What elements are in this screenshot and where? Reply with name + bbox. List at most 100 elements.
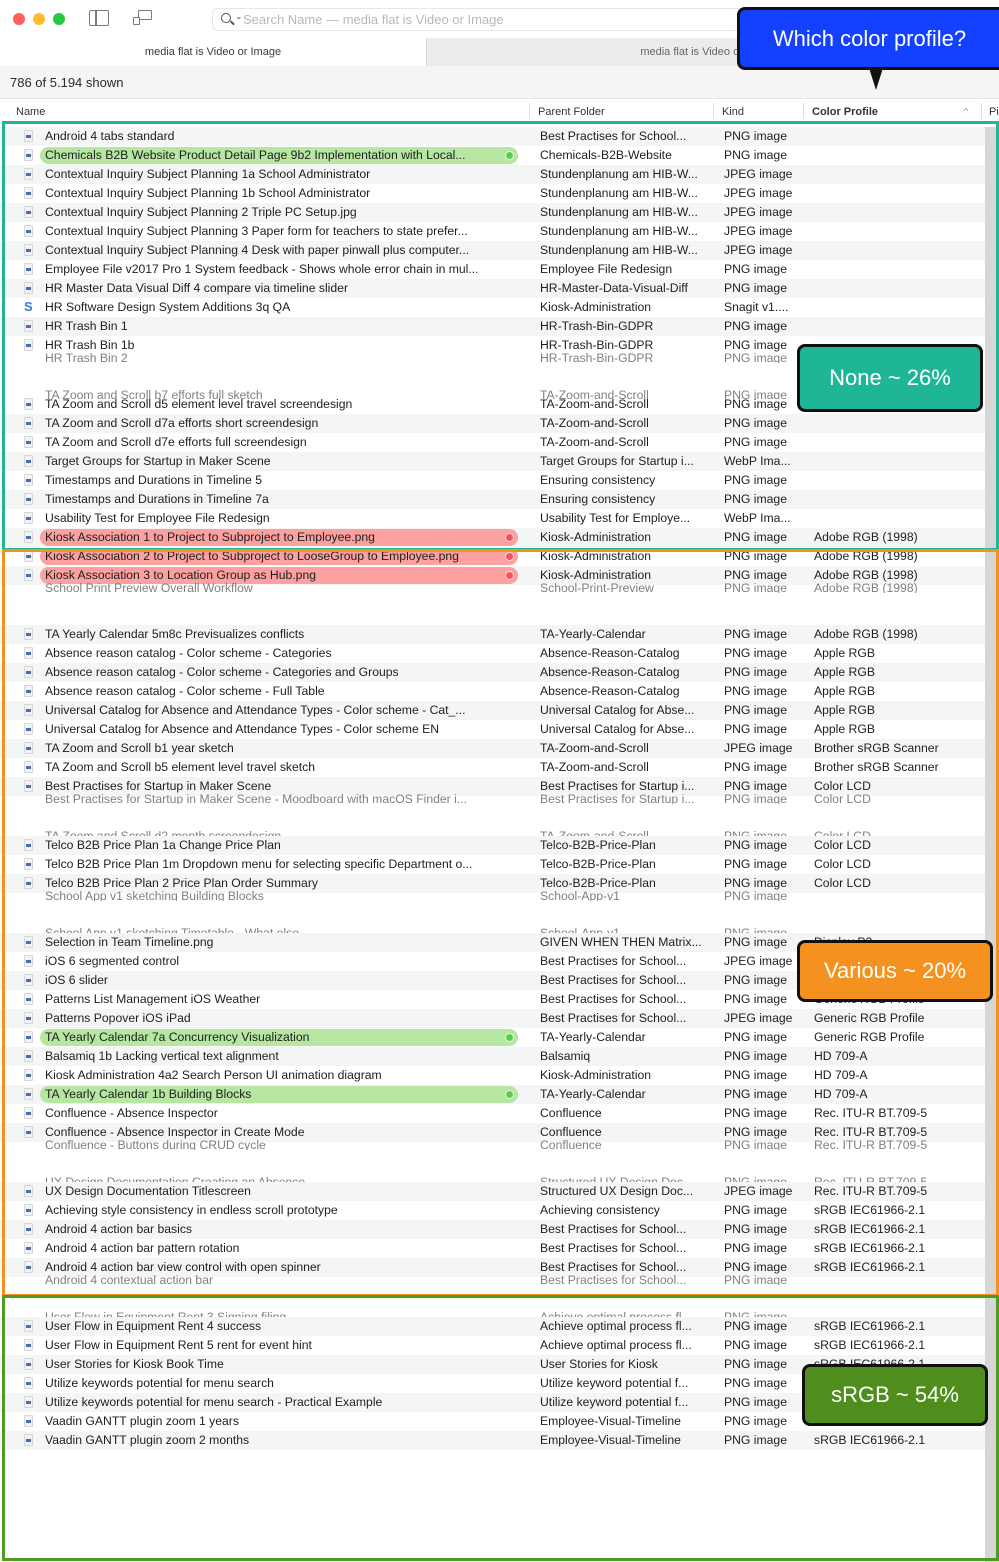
file-row[interactable]: Android 4 action bar basics Best Practise…: [0, 1220, 985, 1239]
cell-kind: PNG image: [724, 129, 787, 143]
sort-ascending-icon[interactable]: ^: [964, 106, 968, 116]
file-row[interactable]: Android 4 action bar pattern rotation Bes…: [0, 1239, 985, 1258]
cell-profile: Rec. ITU-R BT.709-5: [814, 1184, 928, 1198]
file-row[interactable]: Kiosk Association 2 to Project to Subpro…: [0, 547, 985, 566]
file-row[interactable]: Contextual Inquiry Subject Planning 3 Pa…: [0, 222, 985, 241]
cell-parent: TA-Zoom-and-Scroll: [540, 435, 649, 449]
file-row[interactable]: Usability Test for Employee File Redesig…: [0, 509, 985, 528]
file-row[interactable]: Absence reason catalog - Color scheme - …: [0, 663, 985, 682]
column-divider[interactable]: [803, 103, 804, 119]
file-row[interactable]: Employee File v2017 Pro 1 System feedbac…: [0, 260, 985, 279]
file-row[interactable]: TA Zoom and Scroll b5 element level trav…: [0, 758, 985, 777]
file-row[interactable]: Chemicals B2B Website Product Detail Pag…: [0, 146, 985, 165]
cell-kind: JPEG image: [724, 741, 793, 755]
file-row[interactable]: UX Design Documentation Titlescreen Struc…: [0, 1182, 985, 1201]
cell-name: Employee File v2017 Pro 1 System feedbac…: [45, 262, 479, 276]
file-row[interactable]: TA Zoom and Scroll d7a efforts short scr…: [0, 414, 985, 433]
partial-row: School Print Preview Overall Workflow Sch…: [0, 581, 985, 593]
file-row[interactable]: Contextual Inquiry Subject Planning 4 De…: [0, 241, 985, 260]
file-row[interactable]: Telco B2B Price Plan 1a Change Price Pla…: [0, 836, 985, 855]
list-gap-truncated: Best Practises for Startup in Maker Scen…: [0, 792, 985, 840]
partial-cell-parent: Best Practises for School...: [540, 1273, 687, 1285]
file-row[interactable]: Target Groups for Startup in Maker Scene…: [0, 452, 985, 471]
image-file-icon: [24, 417, 33, 429]
file-row[interactable]: Timestamps and Durations in Timeline 7a E…: [0, 490, 985, 509]
column-parent-folder[interactable]: Parent Folder: [538, 106, 605, 118]
image-file-icon: [24, 1126, 33, 1138]
image-file-icon: [24, 339, 33, 351]
file-row[interactable]: Absence reason catalog - Color scheme - …: [0, 644, 985, 663]
file-row[interactable]: TA Zoom and Scroll b1 year sketch TA-Zoom…: [0, 739, 985, 758]
search-field[interactable]: ⌄ Search Name — media flat is Video or I…: [212, 8, 772, 31]
cell-parent: TA-Zoom-and-Scroll: [540, 397, 649, 411]
cell-name: Absence reason catalog - Color scheme - …: [45, 684, 325, 698]
file-row[interactable]: TA Zoom and Scroll d7e efforts full scre…: [0, 433, 985, 452]
tag-dot-green-icon: [505, 1090, 514, 1099]
cell-name: User Stories for Kiosk Book Time: [45, 1357, 224, 1371]
column-kind[interactable]: Kind: [722, 106, 744, 118]
file-row[interactable]: Universal Catalog for Absence and Attend…: [0, 720, 985, 739]
file-row[interactable]: TA Yearly Calendar 1b Building Blocks TA-…: [0, 1085, 985, 1104]
tag-view-icon[interactable]: [133, 10, 153, 26]
file-row[interactable]: TA Yearly Calendar 5m8c Previsualizes co…: [0, 625, 985, 644]
cell-kind: PNG image: [724, 627, 787, 641]
cell-parent: Telco-B2B-Price-Plan: [540, 876, 656, 890]
file-row[interactable]: Timestamps and Durations in Timeline 5 En…: [0, 471, 985, 490]
image-file-icon: [24, 436, 33, 448]
file-row[interactable]: Confluence - Absence Inspector Confluence…: [0, 1104, 985, 1123]
cell-profile: Apple RGB: [814, 703, 875, 717]
column-header: Name Parent Folder Kind Color Profile ^ …: [0, 100, 999, 122]
cell-kind: Snagit v1....: [724, 300, 789, 314]
column-divider[interactable]: [529, 103, 530, 119]
file-row[interactable]: Contextual Inquiry Subject Planning 2 Tr…: [0, 203, 985, 222]
sidebar-toggle-icon[interactable]: [89, 10, 109, 26]
file-row[interactable]: Contextual Inquiry Subject Planning 1a S…: [0, 165, 985, 184]
file-row[interactable]: Contextual Inquiry Subject Planning 1b S…: [0, 184, 985, 203]
image-file-icon: [24, 225, 33, 237]
file-row[interactable]: User Flow in Equipment Rent 5 rent for e…: [0, 1336, 985, 1355]
file-row[interactable]: Universal Catalog for Absence and Attend…: [0, 701, 985, 720]
cell-name: Chemicals B2B Website Product Detail Pag…: [45, 148, 466, 162]
cell-parent: Kiosk-Administration: [540, 530, 652, 544]
file-row[interactable]: Balsamiq 1b Lacking vertical text alignm…: [0, 1047, 985, 1066]
file-row[interactable]: HR Trash Bin 1 HR-Trash-Bin-GDPR PNG image: [0, 317, 985, 336]
file-row[interactable]: HR Master Data Visual Diff 4 compare via…: [0, 279, 985, 298]
file-row[interactable]: User Flow in Equipment Rent 4 success Ach…: [0, 1317, 985, 1336]
cell-parent: Absence-Reason-Catalog: [540, 646, 680, 660]
image-file-icon: [24, 474, 33, 486]
column-color-profile[interactable]: Color Profile: [812, 106, 878, 118]
file-row[interactable]: TA Yearly Calendar 7a Concurrency Visual…: [0, 1028, 985, 1047]
minimize-window-button[interactable]: [33, 13, 45, 25]
zoom-window-button[interactable]: [53, 13, 65, 25]
partial-cell-name: Best Practises for Startup in Maker Scen…: [45, 792, 467, 804]
cell-name: Contextual Inquiry Subject Planning 3 Pa…: [45, 224, 468, 238]
file-row[interactable]: Vaadin GANTT plugin zoom 2 months Employe…: [0, 1431, 985, 1450]
cell-name: Target Groups for Startup in Maker Scene: [45, 454, 271, 468]
column-pixel[interactable]: Pi: [989, 106, 999, 118]
file-row[interactable]: Telco B2B Price Plan 1m Dropdown menu fo…: [0, 855, 985, 874]
image-file-icon: [24, 263, 33, 275]
file-row[interactable]: Patterns Popover iOS iPad Best Practises …: [0, 1009, 985, 1028]
file-row[interactable]: Kiosk Association 1 to Project to Subpro…: [0, 528, 985, 547]
file-row[interactable]: Android 4 tabs standard Best Practises fo…: [0, 127, 985, 146]
tab-media-1[interactable]: media flat is Video or Image: [0, 38, 426, 66]
cell-parent: Employee-Visual-Timeline: [540, 1433, 681, 1447]
cell-name: Vaadin GANTT plugin zoom 2 months: [45, 1433, 250, 1447]
close-window-button[interactable]: [13, 13, 25, 25]
cell-parent: TA-Zoom-and-Scroll: [540, 741, 649, 755]
column-name[interactable]: Name: [16, 106, 45, 118]
cell-kind: PNG image: [724, 148, 787, 162]
file-row[interactable]: Achieving style consistency in endless s…: [0, 1201, 985, 1220]
cell-parent: Best Practises for School...: [540, 1011, 687, 1025]
file-row[interactable]: Kiosk Administration 4a2 Search Person U…: [0, 1066, 985, 1085]
column-divider[interactable]: [713, 103, 714, 119]
partial-cell-kind: PNG image: [724, 351, 787, 363]
column-divider[interactable]: [981, 103, 982, 119]
file-row[interactable]: Absence reason catalog - Color scheme - …: [0, 682, 985, 701]
cell-name: Telco B2B Price Plan 1m Dropdown menu fo…: [45, 857, 473, 871]
vertical-scrollbar[interactable]: [985, 127, 999, 1562]
file-row[interactable]: S HR Software Design System Additions 3q …: [0, 298, 985, 317]
chevron-down-icon[interactable]: ⌄: [235, 11, 243, 22]
snagit-file-icon: S: [24, 299, 33, 314]
image-file-icon: [24, 282, 33, 294]
